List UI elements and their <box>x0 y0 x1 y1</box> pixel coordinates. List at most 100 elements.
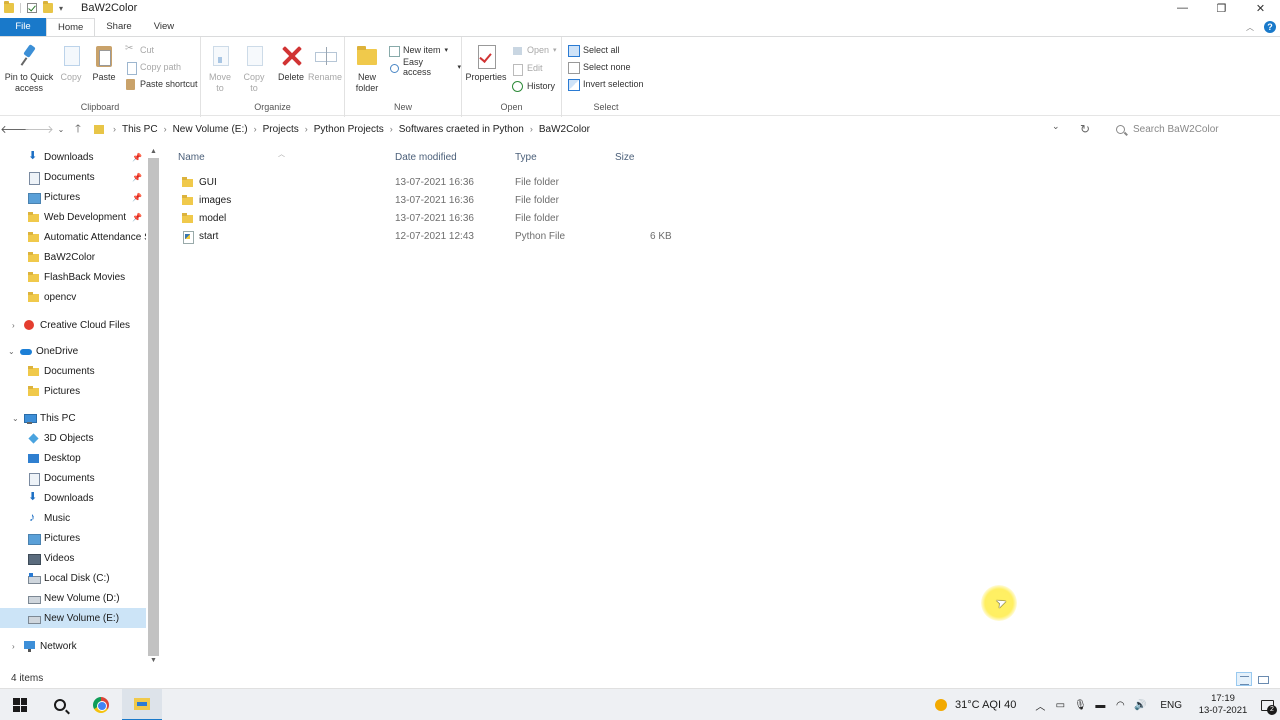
file-row[interactable]: images 13-07-2021 16:36 File folder <box>174 192 674 210</box>
nav-videos[interactable]: Videos <box>0 548 146 568</box>
close-button[interactable]: ✕ <box>1241 0 1280 16</box>
weather-icon[interactable] <box>935 699 948 711</box>
nav-pictures[interactable]: Pictures <box>0 528 146 548</box>
nav-flashback-movies[interactable]: FlashBack Movies <box>0 267 146 287</box>
battery-icon[interactable]: ▬ <box>1090 700 1110 711</box>
up-button[interactable]: 🡑 <box>67 118 89 140</box>
nav-onedrive-documents[interactable]: Documents <box>0 361 146 381</box>
meet-now-icon[interactable]: ▭ <box>1050 700 1070 711</box>
chevron-right-icon[interactable]: › <box>527 124 536 134</box>
delete-button[interactable]: Delete <box>277 43 305 83</box>
details-view-icon[interactable] <box>1236 672 1252 686</box>
paste-shortcut-button[interactable]: Paste shortcut <box>125 77 198 91</box>
notifications-button[interactable]: 2 <box>1254 695 1280 715</box>
breadcrumb-projects[interactable]: Projects <box>260 124 302 135</box>
chevron-up-icon[interactable]: ︿ <box>1030 698 1050 713</box>
nav-automatic-attendance[interactable]: Automatic Attendance S <box>0 227 146 247</box>
nav-3d-objects[interactable]: 3D Objects <box>0 428 146 448</box>
nav-onedrive-pictures[interactable]: Pictures <box>0 381 146 401</box>
properties-qat-icon[interactable] <box>27 3 37 13</box>
breadcrumb-baw2color[interactable]: BaW2Color <box>536 124 593 135</box>
chevron-right-icon[interactable]: › <box>12 642 22 651</box>
chevron-right-icon[interactable]: › <box>387 124 396 134</box>
breadcrumb-python-projects[interactable]: Python Projects <box>311 124 387 135</box>
nav-pictures-quick[interactable]: Pictures 📌 <box>0 187 146 207</box>
weather-text[interactable]: 31°C AQI 40 <box>955 699 1016 711</box>
column-header-name[interactable]: Name ︿ <box>178 151 388 166</box>
input-language[interactable]: ENG <box>1160 700 1182 711</box>
nav-opencv[interactable]: opencv <box>0 287 146 307</box>
scroll-up-icon[interactable]: ▲ <box>147 148 160 158</box>
microphone-icon[interactable]: 🎙 <box>1070 700 1090 711</box>
help-icon[interactable]: ? <box>1264 21 1276 33</box>
taskbar-file-explorer[interactable] <box>122 689 162 720</box>
nav-web-development[interactable]: Web Development 📌 <box>0 207 146 227</box>
chevron-right-icon[interactable]: › <box>161 124 170 134</box>
file-row[interactable]: start 12-07-2021 12:43 Python File 6 KB <box>174 228 674 246</box>
nav-documents-quick[interactable]: Documents 📌 <box>0 167 146 187</box>
nav-downloads[interactable]: Downloads <box>0 488 146 508</box>
tab-share[interactable]: Share <box>95 18 142 36</box>
navigation-scrollbar[interactable]: ▲ ▼ <box>147 146 160 671</box>
nav-desktop[interactable]: Desktop <box>0 448 146 468</box>
open-button[interactable]: Open ▾ <box>512 43 557 57</box>
scrollbar-thumb[interactable] <box>148 158 159 656</box>
easy-access-button[interactable]: Easy access ▾ <box>388 57 461 77</box>
start-button[interactable] <box>0 689 40 720</box>
nav-this-pc[interactable]: ⌄ This PC <box>0 408 146 428</box>
chevron-down-icon[interactable]: ⌄ <box>8 347 18 356</box>
select-all-button[interactable]: Select all <box>568 43 620 57</box>
invert-selection-button[interactable]: Invert selection <box>568 77 644 91</box>
tab-view[interactable]: View <box>143 18 185 36</box>
rename-button[interactable]: Rename <box>308 43 342 83</box>
paste-button[interactable]: Paste <box>90 43 118 83</box>
new-folder-button[interactable]: New folder <box>353 43 381 94</box>
refresh-button[interactable]: ↻ <box>1076 119 1094 139</box>
scroll-down-icon[interactable]: ▼ <box>147 657 160 667</box>
column-header-type[interactable]: Type <box>515 152 605 166</box>
copy-button[interactable]: Copy <box>58 43 84 83</box>
nav-documents[interactable]: Documents <box>0 468 146 488</box>
copy-to-button[interactable]: Copy to <box>241 43 267 94</box>
properties-button[interactable]: Properties <box>465 43 507 83</box>
address-dropdown-icon[interactable]: ⌄ <box>1052 121 1060 132</box>
breadcrumb-softwares[interactable]: Softwares craeted in Python <box>396 124 527 135</box>
nav-creative-cloud[interactable]: › Creative Cloud Files <box>0 315 146 335</box>
edit-button[interactable]: Edit <box>512 61 543 76</box>
back-button[interactable]: 🡐 <box>0 118 30 140</box>
chevron-down-icon[interactable]: ⌄ <box>12 414 22 423</box>
taskbar-chrome[interactable] <box>81 689 121 720</box>
tab-home[interactable]: Home <box>46 18 96 36</box>
address-bar[interactable]: › This PC › New Volume (E:) › Projects ›… <box>88 119 1068 139</box>
new-folder-qat-icon[interactable] <box>43 1 53 13</box>
nav-network[interactable]: › Network <box>0 636 146 656</box>
nav-onedrive[interactable]: ⌄ OneDrive <box>0 341 146 361</box>
column-header-size[interactable]: Size <box>615 152 675 166</box>
restore-button[interactable]: ❐ <box>1202 0 1241 16</box>
clock[interactable]: 17:19 13-07-2021 <box>1192 693 1254 717</box>
taskbar-search-button[interactable] <box>40 689 80 720</box>
qat-dropdown-icon[interactable]: ▾ <box>59 4 63 13</box>
forward-button[interactable]: 🡒 <box>24 118 54 140</box>
nav-music[interactable]: Music <box>0 508 146 528</box>
search-box[interactable]: Search BaW2Color <box>1106 119 1272 139</box>
nav-baw2color[interactable]: BaW2Color <box>0 247 146 267</box>
copy-path-button[interactable]: Copy path <box>125 60 181 75</box>
volume-icon[interactable]: 🔊 <box>1130 700 1150 711</box>
breadcrumb-new-volume-e[interactable]: New Volume (E:) <box>170 124 251 135</box>
nav-new-volume-d[interactable]: New Volume (D:) <box>0 588 146 608</box>
wifi-icon[interactable]: ◠ <box>1110 700 1130 711</box>
minimize-button[interactable]: — <box>1163 0 1202 16</box>
pin-to-quick-access-button[interactable]: Pin to Quick access <box>4 43 54 94</box>
large-icons-view-icon[interactable] <box>1254 672 1270 686</box>
file-row[interactable]: GUI 13-07-2021 16:36 File folder <box>174 174 674 192</box>
history-button[interactable]: History <box>512 79 555 93</box>
file-row[interactable]: model 13-07-2021 16:36 File folder <box>174 210 674 228</box>
chevron-right-icon[interactable]: › <box>302 124 311 134</box>
chevron-right-icon[interactable]: › <box>251 124 260 134</box>
new-item-button[interactable]: New item ▾ <box>388 43 448 57</box>
breadcrumb-this-pc[interactable]: This PC <box>119 124 161 135</box>
nav-downloads-quick[interactable]: Downloads 📌 <box>0 147 146 167</box>
tab-file[interactable]: File <box>0 18 46 36</box>
cut-button[interactable]: Cut <box>125 43 154 57</box>
